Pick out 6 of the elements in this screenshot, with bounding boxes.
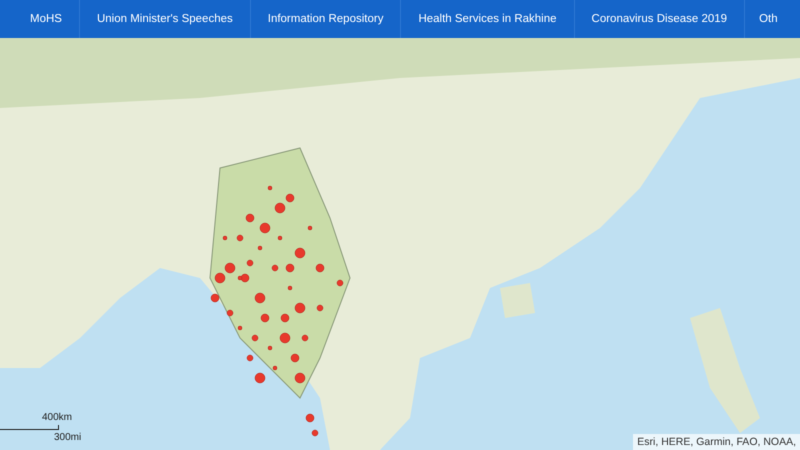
map-view[interactable]: 400km 300mi Esri, HERE, Garmin, FAO, NOAA, xyxy=(0,38,800,450)
map-attribution: Esri, HERE, Garmin, FAO, NOAA, xyxy=(633,434,800,450)
scale-label: 300mi xyxy=(54,432,82,443)
scale-label: 400km xyxy=(42,412,72,423)
scale-bar xyxy=(0,425,59,430)
nav-link[interactable]: Oth xyxy=(745,0,778,38)
